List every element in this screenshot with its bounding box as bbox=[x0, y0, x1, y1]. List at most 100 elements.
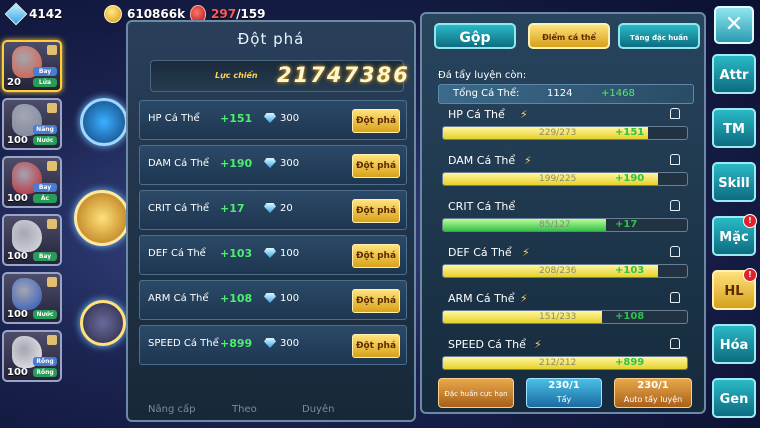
total-individual-bar: Tổng Cá Thể: 1124 +1468 bbox=[438, 84, 694, 104]
reroll-label: Tẩy bbox=[556, 395, 572, 404]
breakthrough-button[interactable]: Đột phá bbox=[352, 109, 400, 133]
stat-row: DEF Cá Thể ⚡ 208/236 +103 bbox=[442, 246, 692, 284]
team-slot[interactable]: 100 Bay bbox=[2, 214, 62, 266]
side-button[interactable]: HL! bbox=[712, 268, 757, 310]
type-badge: Nước bbox=[33, 136, 57, 145]
side-button[interactable]: TM bbox=[712, 108, 756, 148]
stat-bar: 85/127 +17 bbox=[442, 218, 688, 232]
bolt-icon: ⚡ bbox=[534, 338, 542, 351]
breakthrough-button[interactable]: Đột phá bbox=[352, 154, 400, 178]
type-badge: Ác bbox=[33, 194, 57, 203]
coin-icon bbox=[104, 5, 122, 23]
monster-level: 20 bbox=[7, 77, 21, 88]
tab-special-training[interactable]: Tăng đặc huấn bbox=[618, 23, 700, 49]
side-button[interactable]: Gen bbox=[712, 378, 756, 418]
team-slot[interactable]: 100 Bay Ác bbox=[2, 156, 62, 208]
monster-level: 100 bbox=[7, 193, 28, 204]
auto-reroll-button[interactable]: 230/1 Auto tẩy luyện bbox=[614, 378, 692, 408]
breakthrough-button[interactable]: Đột phá bbox=[352, 199, 400, 223]
lock-icon bbox=[47, 219, 57, 229]
stat-bonus: +17 bbox=[220, 202, 245, 215]
footer-fate[interactable]: Duyên bbox=[302, 404, 334, 415]
bag-orb-icon[interactable] bbox=[74, 190, 130, 246]
stat-name: CRIT Cá Thể bbox=[448, 200, 516, 213]
lock-icon[interactable] bbox=[670, 292, 680, 303]
stat-bar: 151/233 +108 bbox=[442, 310, 688, 324]
close-button[interactable]: ✕ bbox=[714, 6, 754, 44]
side-button[interactable]: Skill bbox=[712, 162, 756, 202]
side-button-label: Skill bbox=[718, 176, 750, 191]
stat-bonus: +899 bbox=[615, 357, 645, 368]
stat-bar: 229/273 +151 bbox=[442, 126, 688, 140]
gold-count: 610866k bbox=[127, 7, 186, 21]
total-plus: +1468 bbox=[601, 88, 635, 99]
stat-bonus: +151 bbox=[220, 112, 253, 125]
lock-icon[interactable] bbox=[670, 154, 680, 165]
panel-title: Đột phá bbox=[237, 30, 305, 48]
stat-bonus: +108 bbox=[615, 311, 645, 322]
stat-value: 212/212 bbox=[539, 358, 577, 368]
stat-name: DEF Cá Thể bbox=[448, 246, 512, 259]
monster-level: 100 bbox=[7, 135, 28, 146]
diamond-cost: 300 bbox=[280, 113, 300, 124]
reroll-button[interactable]: 230/1 Tẩy bbox=[526, 378, 602, 408]
extreme-training-button[interactable]: Đặc huấn cực hạn bbox=[438, 378, 514, 408]
alert-badge: ! bbox=[743, 214, 757, 228]
breakthrough-button[interactable]: Đột phá bbox=[352, 289, 400, 313]
footer-upgrade[interactable]: Nâng cấp bbox=[148, 404, 195, 415]
emblem-orb-icon[interactable] bbox=[80, 300, 126, 346]
stat-bonus: +103 bbox=[220, 247, 253, 260]
stamina-max: /159 bbox=[236, 7, 266, 21]
stat-name: DAM Cá Thể bbox=[148, 158, 210, 169]
lock-icon[interactable] bbox=[670, 338, 680, 349]
side-button-label: Hóa bbox=[719, 338, 749, 353]
team-slot[interactable]: 20 Bay Lửa bbox=[2, 40, 62, 92]
type-badge: Bay bbox=[33, 252, 57, 261]
type-badge: Lửa bbox=[33, 78, 57, 87]
tab-merge[interactable]: Gộp bbox=[434, 23, 516, 49]
diamond-cost: 300 bbox=[280, 338, 300, 349]
breakthrough-button[interactable]: Đột phá bbox=[352, 334, 400, 358]
diamond-cost: 100 bbox=[280, 293, 300, 304]
team-slot[interactable]: 100 Năng Nước bbox=[2, 98, 62, 150]
stat-bonus: +899 bbox=[220, 337, 253, 350]
reroll-count: 230/1 bbox=[548, 380, 580, 391]
type-badge: Nước bbox=[33, 310, 57, 319]
stat-name: HP Cá Thể bbox=[448, 108, 505, 121]
combat-power-box: Lực chiến 21747386 bbox=[150, 60, 408, 92]
type-badge: Năng bbox=[33, 125, 57, 134]
stat-value: 229/273 bbox=[539, 128, 577, 138]
gem-icon bbox=[4, 2, 28, 26]
stat-value: 199/225 bbox=[539, 174, 577, 184]
stat-bar-fill bbox=[443, 311, 602, 323]
breakthrough-rows: HP Cá Thể +151 300 Đột phá DAM Cá Thể +190 300… bbox=[139, 100, 407, 370]
lock-icon bbox=[47, 335, 57, 345]
side-button-label: TM bbox=[723, 122, 745, 137]
tab-individual-points[interactable]: Điểm cá thể bbox=[528, 23, 610, 49]
total-label: Tổng Cá Thể: bbox=[453, 88, 520, 99]
side-button-label: HL bbox=[724, 284, 744, 299]
breakthrough-row: DAM Cá Thể +190 300 Đột phá bbox=[139, 145, 407, 185]
type-badge: Bay bbox=[33, 183, 57, 192]
breakthrough-row: HP Cá Thể +151 300 Đột phá bbox=[139, 100, 407, 140]
lock-icon[interactable] bbox=[670, 200, 680, 211]
side-button[interactable]: Hóa bbox=[712, 324, 756, 364]
skill-orb-icon[interactable] bbox=[80, 98, 128, 146]
stat-name: DAM Cá Thể bbox=[448, 154, 516, 167]
lock-icon[interactable] bbox=[670, 246, 680, 257]
team-slot[interactable]: 100 Nước bbox=[2, 272, 62, 324]
breakthrough-row: DEF Cá Thể +103 100 Đột phá bbox=[139, 235, 407, 275]
monster-portrait bbox=[12, 278, 42, 310]
team-slot[interactable]: 100 Rồng Rồng bbox=[2, 330, 62, 382]
bolt-icon: ⚡ bbox=[520, 292, 528, 305]
panel-footer: Nâng cấp Theo Duyên bbox=[128, 402, 414, 422]
breakthrough-button[interactable]: Đột phá bbox=[352, 244, 400, 268]
side-button[interactable]: Attr bbox=[712, 54, 756, 94]
side-button[interactable]: Mặc! bbox=[712, 214, 757, 256]
lock-icon[interactable] bbox=[670, 108, 680, 119]
stones-remaining-label: Đá tẩy luyện còn: bbox=[438, 70, 527, 81]
alert-badge: ! bbox=[743, 268, 757, 282]
stat-bar: 208/236 +103 bbox=[442, 264, 688, 278]
footer-follow[interactable]: Theo bbox=[232, 404, 257, 415]
lock-icon bbox=[47, 161, 57, 171]
